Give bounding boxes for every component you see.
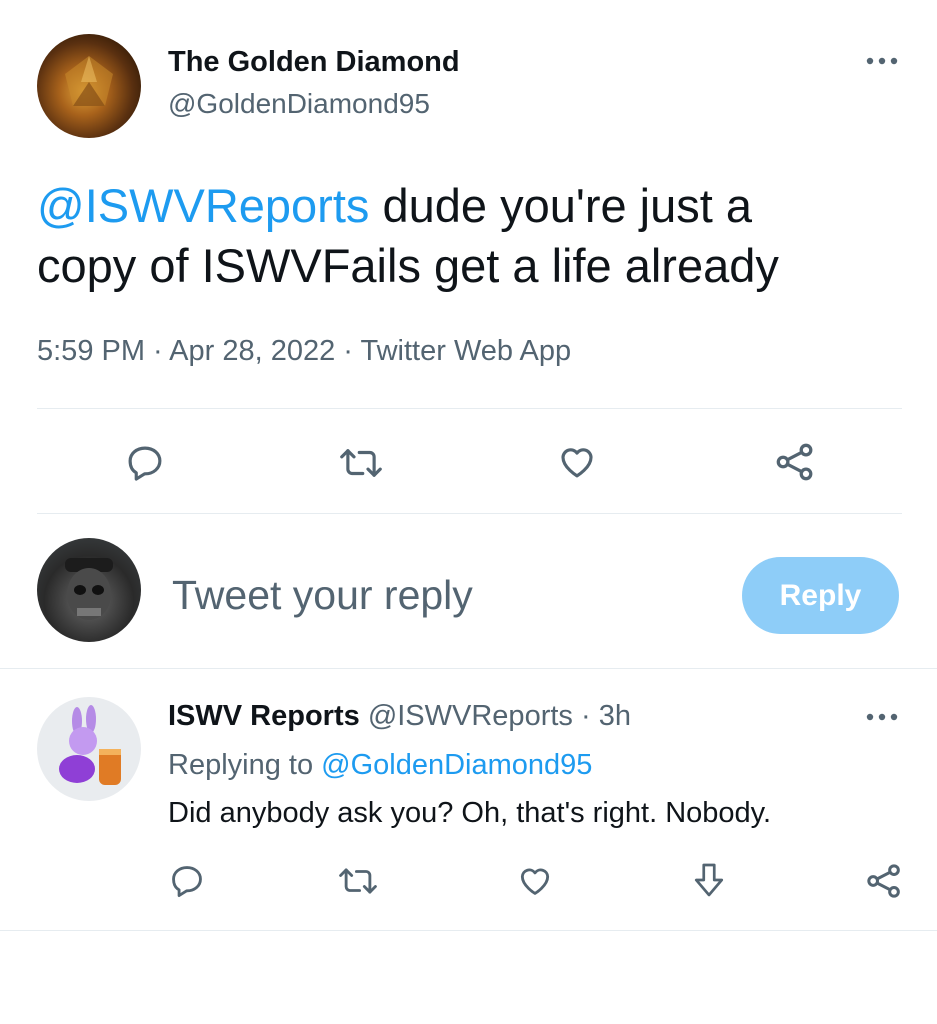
divider xyxy=(37,513,902,514)
reply-text: Did anybody ask you? Oh, that's right. N… xyxy=(168,797,772,829)
tweet-text: @ISWVReports dude you're just a copy of … xyxy=(37,176,917,296)
share-icon[interactable] xyxy=(773,440,817,484)
reply-author-handle[interactable]: @ISWVReports xyxy=(368,700,573,732)
replying-to-handle[interactable]: @GoldenDiamond95 xyxy=(321,749,592,781)
replying-to-label: Replying to xyxy=(168,749,322,781)
more-icon[interactable] xyxy=(864,54,900,68)
reply-button[interactable]: Reply xyxy=(742,557,899,634)
reply-icon[interactable] xyxy=(168,862,206,900)
reply-author-avatar[interactable] xyxy=(37,697,141,801)
reply-author-name[interactable]: ISWV Reports xyxy=(168,700,360,732)
divider xyxy=(37,408,902,409)
retweet-icon[interactable] xyxy=(337,862,379,900)
reply-more-icon[interactable] xyxy=(864,710,900,724)
tweet-text-line1: dude you're just a xyxy=(369,179,753,232)
retweet-icon[interactable] xyxy=(338,442,384,484)
author-name[interactable]: The Golden Diamond xyxy=(168,46,460,79)
author-handle[interactable]: @GoldenDiamond95 xyxy=(168,88,430,120)
reply-icon[interactable] xyxy=(124,442,166,484)
divider xyxy=(0,668,937,669)
tweet-text-line2: copy of ISWVFails get a life already xyxy=(37,239,779,292)
share-icon[interactable] xyxy=(864,861,904,901)
user-avatar[interactable] xyxy=(37,538,141,642)
reply-time[interactable]: · 3h xyxy=(573,700,631,732)
reply-button-label: Reply xyxy=(779,578,862,612)
divider xyxy=(0,930,937,931)
character-image xyxy=(59,705,121,785)
tweet-meta: 5:59 PM · Apr 28, 2022 · Twitter Web App xyxy=(37,335,572,367)
author-avatar[interactable] xyxy=(37,34,141,138)
like-icon[interactable] xyxy=(515,861,555,899)
downvote-icon[interactable] xyxy=(691,860,727,900)
replying-to: Replying to @GoldenDiamond95 xyxy=(168,749,592,782)
reply-header: ISWV Reports @ISWVReports · 3h xyxy=(168,700,631,733)
diamond-image xyxy=(65,56,113,106)
skull-image xyxy=(65,558,113,620)
mention-link[interactable]: @ISWVReports xyxy=(37,179,369,232)
reply-input[interactable]: Tweet your reply xyxy=(172,572,473,619)
like-icon[interactable] xyxy=(555,440,599,482)
